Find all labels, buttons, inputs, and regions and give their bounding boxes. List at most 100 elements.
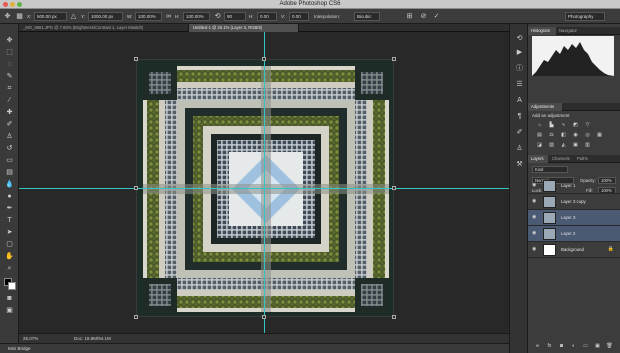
hskew-input[interactable]: 0.00 [257,12,277,21]
vibrance-icon[interactable]: ▽ [584,122,591,128]
visibility-eye-icon[interactable]: ◉ [532,246,536,252]
healing-brush-tool-icon[interactable]: ✚ [4,108,15,118]
dodge-tool-icon[interactable]: ● [4,192,15,202]
tab-layers[interactable]: Layers [528,155,548,163]
info-icon[interactable]: ⓘ [515,64,524,73]
layer-row-layer-3[interactable]: ◉ Layer 3 [528,210,620,226]
new-adjustment-layer-icon[interactable]: ◐ [570,343,577,349]
color-lookup-icon[interactable]: ▦ [596,132,603,138]
layer-row-layer-2[interactable]: ◉ Layer 2 [528,226,620,242]
character-icon[interactable]: A [515,96,524,105]
history-brush-tool-icon[interactable]: ↺ [4,144,15,154]
quick-mask-icon[interactable]: ◙ [4,294,15,304]
layer-style-icon[interactable]: fx [546,343,553,349]
clone-stamp-tool-icon[interactable]: ♙ [4,132,15,142]
move-tool-icon[interactable]: ✥ [4,36,15,46]
new-layer-icon[interactable]: ▣ [594,343,601,349]
x-input[interactable]: 500.00 px [34,12,67,21]
screen-mode-icon[interactable]: ▣ [4,306,15,316]
type-tool-icon[interactable]: T [4,216,15,226]
tab-histogram[interactable]: Histogram [528,27,556,35]
properties-icon[interactable]: ☰ [515,80,524,89]
history-icon[interactable]: ⟲ [515,34,524,43]
tab-paths[interactable]: Paths [574,155,592,163]
eyedropper-tool-icon[interactable]: ⁄ [4,96,15,106]
crop-tool-icon[interactable]: ⌗ [4,84,15,94]
paragraph-icon[interactable]: ¶ [515,112,524,121]
visibility-eye-icon[interactable]: ◉ [532,198,536,204]
visibility-eye-icon[interactable]: ◉ [532,214,536,220]
tab-channels[interactable]: Channels [549,155,573,163]
warp-mode-icon[interactable]: ⊞ [405,12,414,21]
transform-handle-right[interactable] [392,186,396,190]
curves-icon[interactable]: ∿ [560,122,567,128]
lasso-tool-icon[interactable]: ◌ [4,60,15,70]
threshold-icon[interactable]: ◭ [560,142,567,148]
tab-adjustments[interactable]: Adjustments [528,103,562,111]
transform-handle-tr[interactable] [392,57,396,61]
tab-navigator[interactable]: Navigator [556,27,584,35]
pen-tool-icon[interactable]: ✒ [4,204,15,214]
photo-filter-icon[interactable]: ◉ [572,132,579,138]
channel-mixer-icon[interactable]: ◎ [584,132,591,138]
delete-layer-icon[interactable]: 🗑 [606,343,613,349]
transform-handle-tl[interactable] [134,57,138,61]
vskew-input[interactable]: 0.00 [289,12,309,21]
transform-handle-left[interactable] [134,186,138,190]
workspace-select[interactable]: Photography [565,12,605,21]
zoom-tool-icon[interactable]: ⌕ [4,264,15,274]
tab-mg-8661[interactable]: _MG_8661.JPG @ 7.63% (Brightness/Contras… [19,24,189,32]
move-tool-preset-icon[interactable]: ✥ [3,12,12,21]
posterize-icon[interactable]: ▨ [548,142,555,148]
actions-icon[interactable]: ▶ [515,48,524,57]
levels-icon[interactable]: ▙ [548,122,555,128]
link-layers-icon[interactable]: ∞ [534,343,541,349]
relative-position-icon[interactable]: △ [69,12,78,21]
invert-icon[interactable]: ◪ [536,142,543,148]
angle-input[interactable]: 90 [224,12,246,21]
brightness-contrast-icon[interactable]: ☼ [536,122,543,128]
clone-source-icon[interactable]: ♙ [515,144,524,153]
selective-color-icon[interactable]: ▣ [572,142,579,148]
brush-tool-icon[interactable]: ✐ [4,120,15,130]
transform-handle-br[interactable] [392,315,396,319]
visibility-eye-icon[interactable]: ◉ [532,230,536,236]
link-proportions-icon[interactable]: ∞ [164,12,173,21]
tool-presets-icon[interactable]: ⚒ [515,160,524,169]
brush-presets-icon[interactable]: ✐ [515,128,524,137]
layer-row-layer-1[interactable]: ◉ Layer 1 [528,178,620,194]
marquee-tool-icon[interactable]: ⬚ [4,48,15,58]
layer-filter-select[interactable]: Kind [532,166,568,173]
mini-bridge-tab[interactable]: Mini Bridge [8,344,31,353]
rectangle-tool-icon[interactable]: ▢ [4,240,15,250]
cancel-transform-icon[interactable]: ⊘ [419,12,428,21]
reference-point-icon[interactable]: ▦ [15,12,24,21]
background-color-swatch[interactable] [8,282,16,290]
path-selection-tool-icon[interactable]: ➤ [4,228,15,238]
transform-handle-bl[interactable] [134,315,138,319]
quick-selection-tool-icon[interactable]: ✎ [4,72,15,82]
vertical-guide[interactable] [264,32,265,333]
color-balance-icon[interactable]: ⚖ [548,132,555,138]
exposure-icon[interactable]: ◩ [572,122,579,128]
interpolation-select[interactable]: Bicubic [354,12,380,21]
commit-transform-icon[interactable]: ✓ [432,12,441,21]
gradient-map-icon[interactable]: ▥ [584,142,591,148]
blur-tool-icon[interactable]: 💧 [4,180,15,190]
new-group-icon[interactable]: ▭ [582,343,589,349]
width-input[interactable]: 100.00% [135,12,162,21]
add-mask-icon[interactable]: ◙ [558,343,565,349]
canvas-area[interactable] [19,32,509,333]
gradient-tool-icon[interactable]: ▤ [4,168,15,178]
transform-handle-top[interactable] [262,57,266,61]
hand-tool-icon[interactable]: ✋ [4,252,15,262]
layer-row-background[interactable]: ◉ Background 🔒 [528,242,620,258]
tab-untitled-1[interactable]: Untitled-1 @ 25.1% (Layer 3, RGB/8) [189,24,299,32]
visibility-eye-icon[interactable]: ◉ [532,182,536,188]
black-white-icon[interactable]: ◧ [560,132,567,138]
eraser-tool-icon[interactable]: ▭ [4,156,15,166]
layer-row-layer-3-copy[interactable]: ◉ Layer 3 copy [528,194,620,210]
height-input[interactable]: 100.00% [183,12,210,21]
hue-saturation-icon[interactable]: ▤ [536,132,543,138]
y-input[interactable]: 1000.00 px [88,12,123,21]
